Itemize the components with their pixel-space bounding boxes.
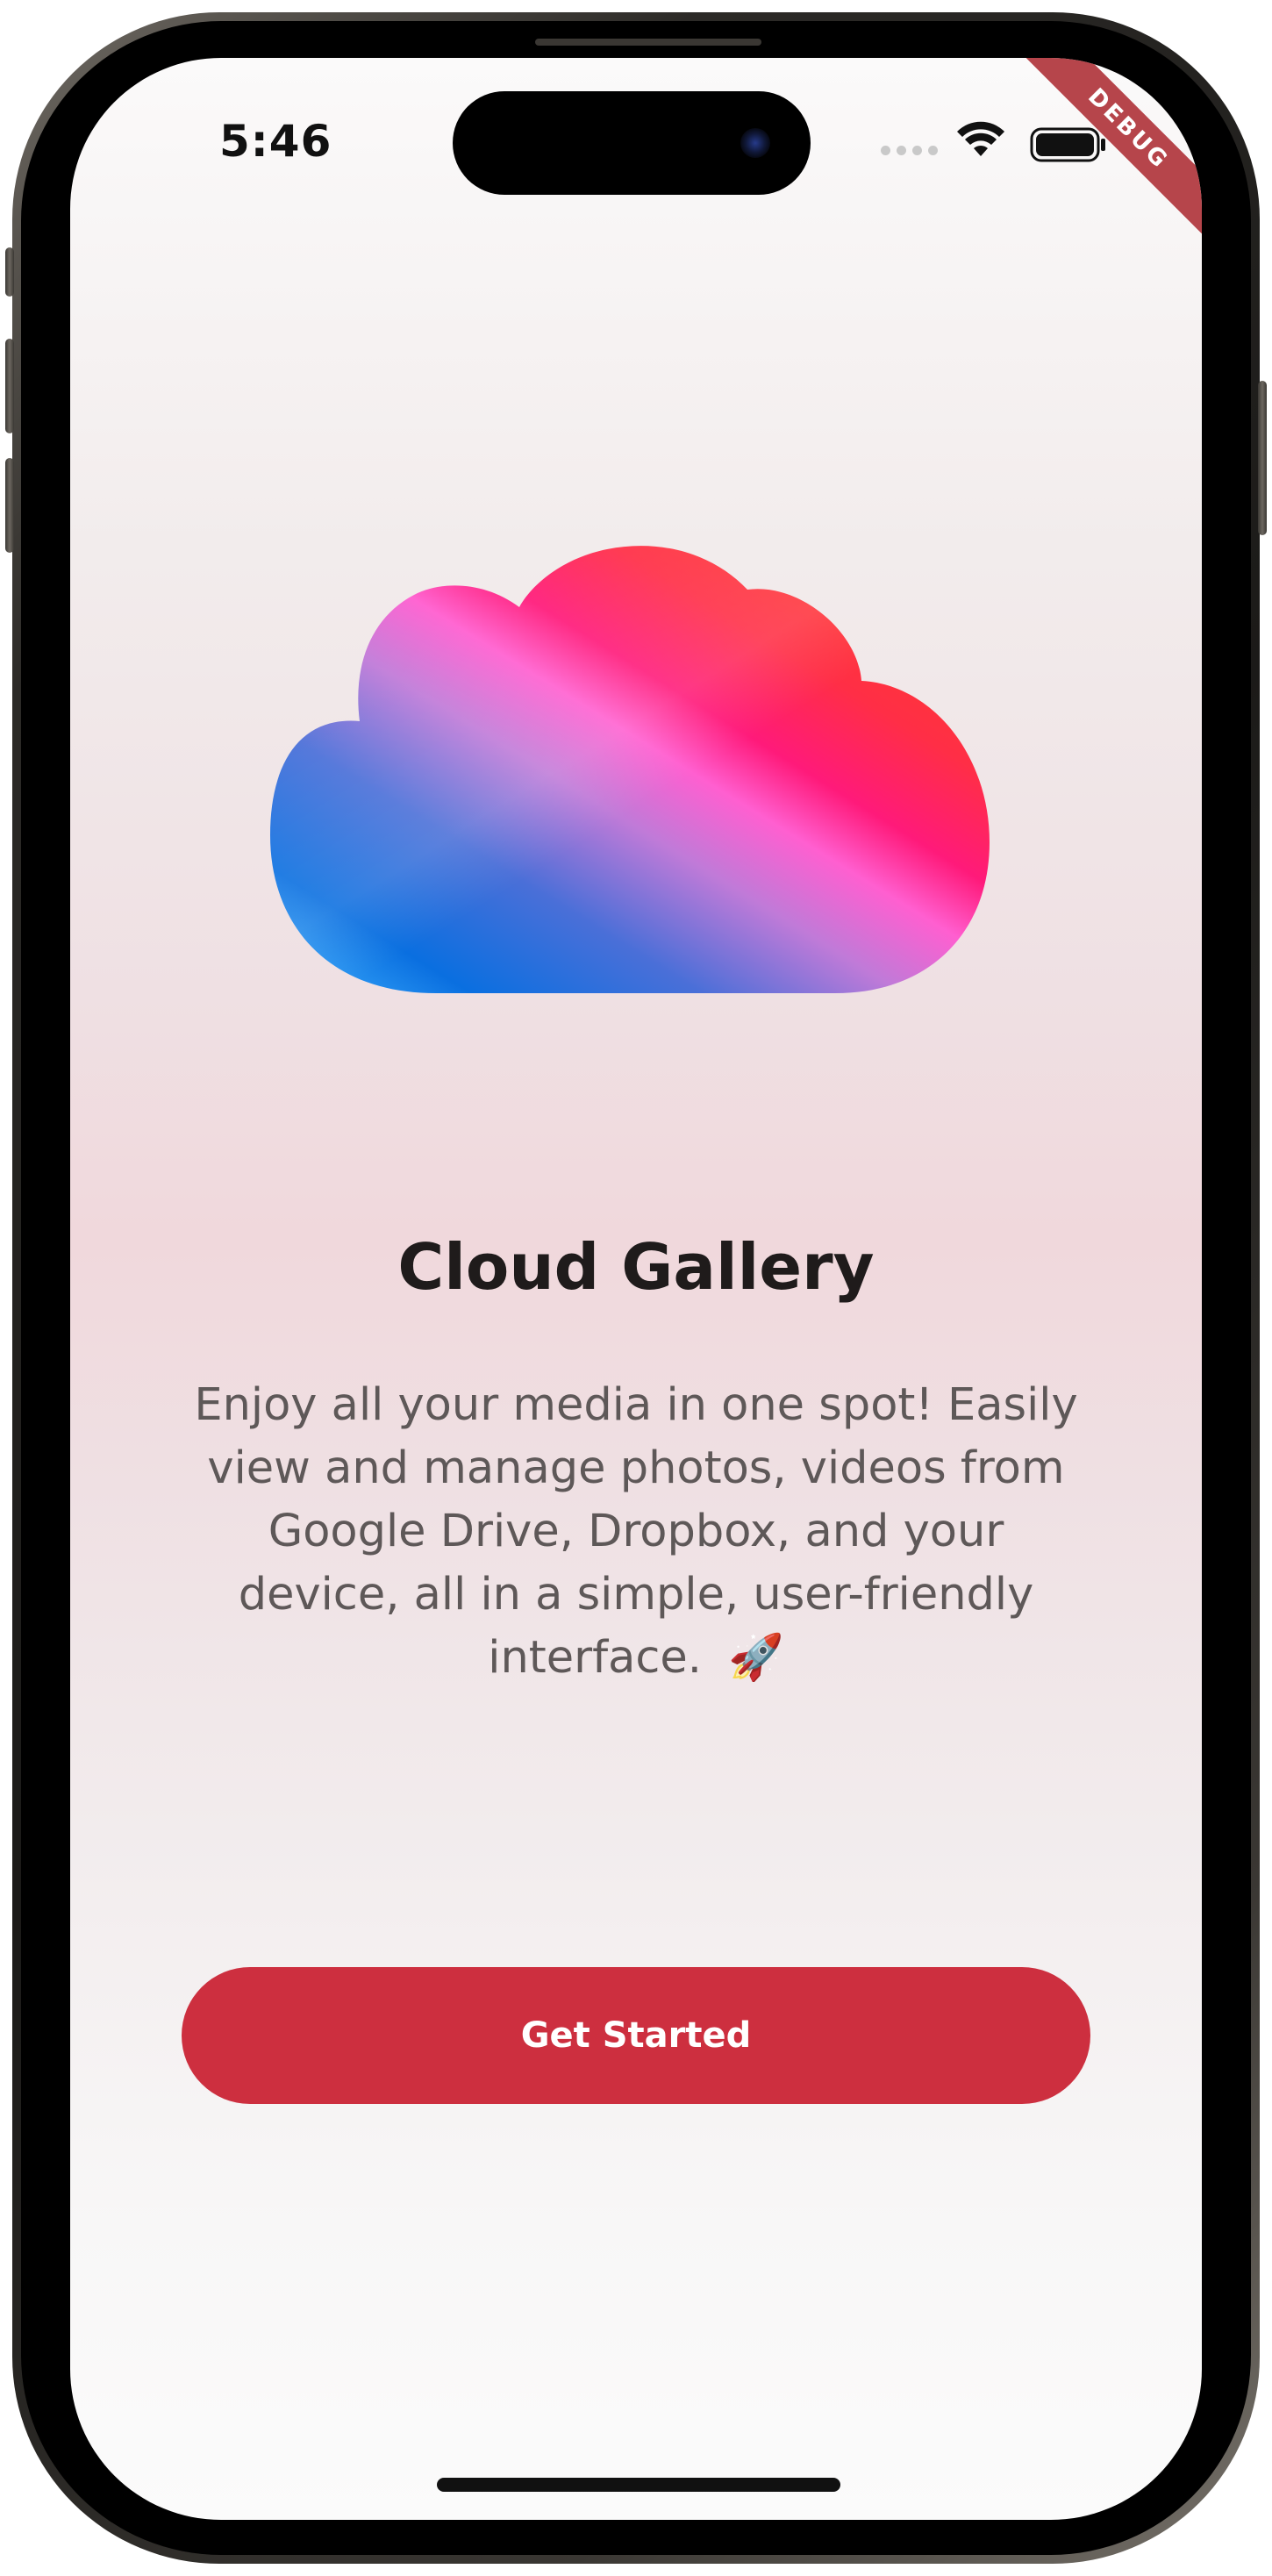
page-description: Enjoy all your media in one spot! Easily… xyxy=(189,1374,1083,1690)
rocket-icon: 🚀 xyxy=(728,1632,784,1684)
speaker-slot xyxy=(535,39,761,46)
home-indicator[interactable] xyxy=(437,2478,840,2492)
get-started-button[interactable]: Get Started xyxy=(182,1967,1090,2104)
front-camera-icon xyxy=(740,128,770,158)
signal-dots-icon xyxy=(881,146,938,155)
action-button xyxy=(5,247,14,297)
debug-banner: DEBUG xyxy=(991,58,1202,268)
get-started-label: Get Started xyxy=(520,2015,752,2056)
power-button xyxy=(1258,381,1267,535)
dynamic-island xyxy=(453,91,811,195)
volume-up-button xyxy=(5,339,14,433)
cloud-icon xyxy=(270,546,990,993)
status-time: 5:46 xyxy=(219,116,332,167)
description-text: Enjoy all your media in one spot! Easily… xyxy=(194,1379,1078,1684)
app-screen: 5:46 DEBUG Cloud Gallery Enjoy all your … xyxy=(70,58,1202,2520)
page-title: Cloud Gallery xyxy=(397,1230,875,1304)
volume-down-button xyxy=(5,458,14,553)
debug-banner-label: DEBUG xyxy=(1007,58,1202,250)
